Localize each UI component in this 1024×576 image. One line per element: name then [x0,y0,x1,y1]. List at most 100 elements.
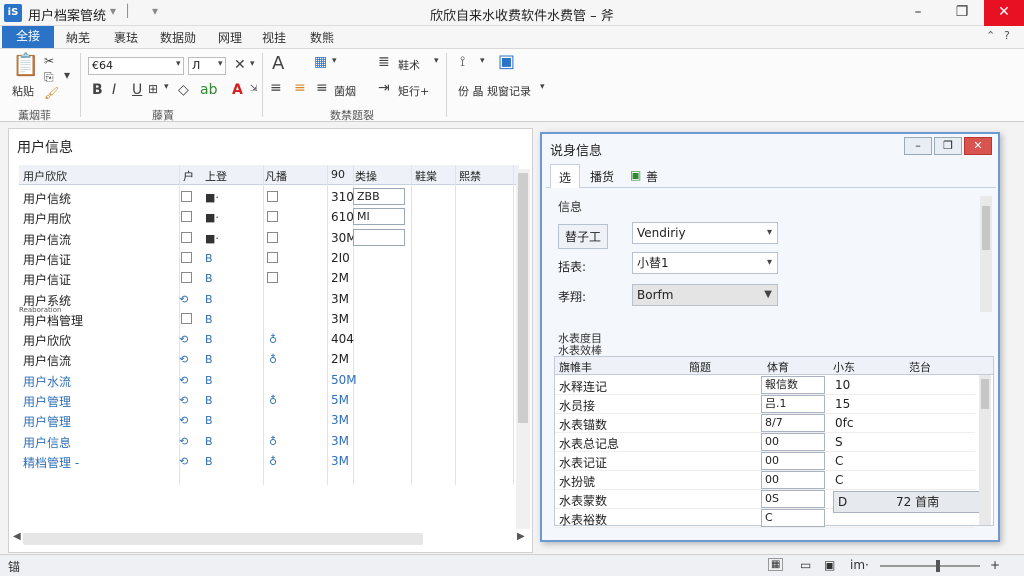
type-select[interactable]: Borfm ▼ [632,284,778,306]
dg-col-2[interactable]: 簡题 [689,359,711,375]
row-checkbox[interactable] [267,191,278,202]
dg-col-3[interactable]: 体育 [767,359,789,375]
table-row[interactable]: 用户管理 ⟲ B ♁ 5M [19,390,519,410]
dg-col-1[interactable]: 旗帷丰 [559,359,592,375]
align-center-icon[interactable]: ≡ [294,81,306,95]
table-row[interactable]: 用户系统 ⟲ B 3M [19,289,519,309]
meter-value-input[interactable]: 8/7 [761,414,825,432]
dialog-minimize-button[interactable]: – [904,137,932,155]
col-flag-header[interactable]: 户 [183,168,194,184]
page-view-icon[interactable]: ▭ [800,558,811,572]
table-row[interactable]: 用户信息 ⟲ B ♁ 3M [19,431,519,451]
document-title[interactable]: 用户档案管统 [28,5,106,24]
copy-icon[interactable]: ⎘ [44,71,54,83]
normal-view-icon[interactable]: ▦ [768,558,784,571]
col-ops-header[interactable]: 类操 [355,168,377,184]
sync-icon[interactable]: ⟲ [179,414,188,427]
zoom-label[interactable]: im· [850,558,869,572]
dialog-scrollbar[interactable] [980,196,992,312]
minimize-button[interactable]: – [898,0,938,26]
table-row[interactable]: 水释连记 報信数 10 [555,376,975,395]
indent-icon[interactable]: ⇥ [378,81,390,95]
table-row[interactable]: 水员接 吕.1 15 [555,395,975,414]
row-checkbox[interactable] [267,272,278,284]
format-painter-icon[interactable]: 🖌 [44,87,59,99]
font-dialog-icon[interactable]: ⇲ [250,85,258,94]
collapse-ribbon-icon[interactable]: ⌃ [986,29,995,42]
meter-value-input[interactable]: 00 [761,471,825,489]
dialog-close-button[interactable]: ✕ [964,137,992,155]
col-note-header[interactable]: 鞋棠 [415,168,437,184]
meter-value-input[interactable]: 報信数 [761,376,825,394]
font-name-input[interactable]: €64 [88,57,184,75]
merge-button[interactable]: 菌烟 [334,83,356,99]
dialog-maximize-button[interactable]: ❐ [934,137,962,155]
grid-action-button[interactable]: D 72 首南 [833,491,991,513]
filter-icon[interactable]: ⟟ [460,55,465,69]
row-checkbox[interactable] [267,251,278,263]
bold-icon[interactable]: B [92,83,103,97]
border-icon[interactable]: ⊞ [148,83,158,95]
table-row[interactable]: 用户档管理 B 3M [19,309,519,329]
font-dropdown-icon[interactable]: ▾ [176,60,181,69]
italic-icon[interactable]: I [112,83,116,97]
row-checkbox[interactable] [181,312,192,324]
records-icon[interactable]: ▣ [498,53,515,71]
table-row[interactable]: 用户信流 ⟲ B ♁ 2M [19,349,519,369]
row-checkbox[interactable] [181,191,192,202]
table-row[interactable]: 水扮號 00 C [555,471,975,490]
tab-view[interactable]: 视挂 [262,29,286,46]
worker-select[interactable]: Vendiriy ▾ [632,222,778,244]
table-row[interactable]: 用户信统 ■· 310 ZBB [19,187,519,207]
table-row[interactable]: 用户管理 ⟲ B 3M [19,410,519,430]
dg-col-4[interactable]: 小东 [833,359,855,375]
sync-icon[interactable]: ⟲ [179,293,188,306]
sync-icon[interactable]: ⟲ [179,435,188,448]
table-row[interactable]: 用户信证 B 2I0 [19,248,519,268]
table-row[interactable]: 用户信证 B 2M [19,268,519,288]
maximize-button[interactable]: ❐ [942,0,982,26]
sync-icon[interactable]: ⟲ [179,333,188,346]
row-checkbox[interactable] [181,231,192,243]
align-left-icon[interactable]: ≡ [270,81,282,95]
highlight-icon[interactable]: ab [200,83,217,97]
row-checkbox[interactable] [267,211,278,223]
align-right-icon[interactable]: ≡ [316,81,328,95]
col-status-header[interactable]: 上登 [205,168,227,184]
close-button[interactable]: ✕ [984,0,1024,26]
table-row[interactable]: 精档管理 - ⟲ B ♁ 3M [19,451,519,471]
sync-icon[interactable]: ⟲ [179,455,188,468]
tab-data[interactable]: 数据勋 [160,29,196,46]
meter-value-input[interactable]: 吕.1 [761,395,825,413]
row-checkbox[interactable] [267,231,278,243]
table-row[interactable]: 用户用欣 ■· 610 MI [19,207,519,227]
zoom-in-button[interactable]: + [990,558,1000,572]
tab-manage[interactable]: 网理 [218,29,242,46]
meter-value-input[interactable]: 00 [761,452,825,470]
layout-view-icon[interactable]: ▣ [824,558,835,572]
meter-select[interactable]: 小替1 ▾ [632,252,778,274]
filter-dropdown-icon[interactable]: ▾ [480,57,485,66]
tab-insert[interactable]: 裹珐 [114,29,138,46]
sync-icon[interactable]: ⟲ [179,353,188,366]
sync-icon[interactable]: ⟲ [179,374,188,387]
dialog-tab-select[interactable]: 选 [550,164,581,188]
scroll-left-icon[interactable]: ◀ [13,531,21,542]
fill-color-icon[interactable]: ◇ [178,83,189,97]
clear-format-icon[interactable]: ✕ [234,58,246,72]
scroll-thumb[interactable] [518,173,528,423]
copy-arrow-icon[interactable]: ▾ [64,69,70,81]
row-checkbox[interactable] [181,272,192,284]
col-size-header[interactable]: 90 [331,168,345,181]
table-row[interactable]: 用户信流 ■· 30M [19,228,519,248]
clear-dropdown-icon[interactable]: ▾ [250,60,255,69]
tab-tools[interactable]: 数熊 [310,29,334,46]
cut-icon[interactable]: ✂ [44,55,54,67]
record-button[interactable]: 份 晶 规窗记录 [458,83,531,99]
tab-file[interactable]: 全接 [2,26,54,48]
col-type-header[interactable]: 凡播 [265,168,287,184]
record-dropdown-icon[interactable]: ▾ [540,83,545,92]
grid-scroll-thumb[interactable] [981,379,989,409]
help-icon[interactable]: ? [1004,29,1010,42]
scroll-right-icon[interactable]: ▶ [517,531,525,542]
